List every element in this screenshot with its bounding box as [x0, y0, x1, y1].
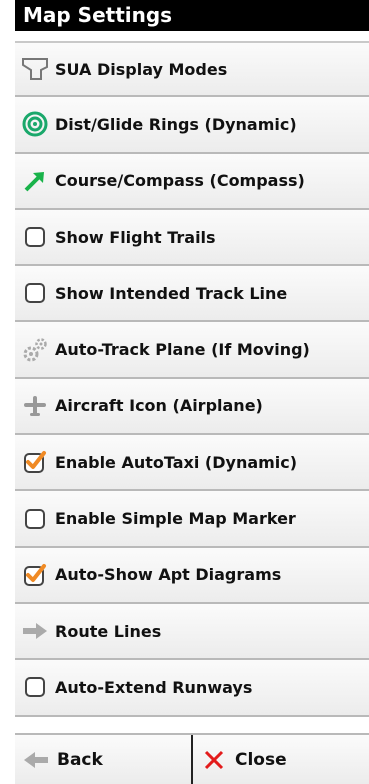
menu-item-label: Enable AutoTaxi (Dynamic) [55, 452, 298, 472]
back-arrow-icon [21, 746, 51, 774]
settings-menu: SUA Display Modes Dist/Glide Rings (Dyna… [15, 41, 369, 717]
route-arrow-icon [21, 617, 49, 645]
gears-icon [21, 336, 49, 364]
bottom-bar: Back Close [15, 733, 369, 784]
menu-item-auto-extend-runways[interactable]: Auto-Extend Runways [15, 660, 369, 717]
menu-item-auto-track-plane[interactable]: Auto-Track Plane (If Moving) [15, 322, 369, 379]
menu-item-label: SUA Display Modes [55, 59, 228, 79]
airspace-icon [21, 55, 49, 83]
checkbox-unchecked-icon[interactable] [21, 505, 49, 533]
menu-item-label: Show Intended Track Line [55, 283, 288, 303]
back-label: Back [57, 749, 103, 770]
close-icon [199, 746, 229, 774]
checkbox-checked-icon[interactable] [21, 448, 49, 476]
menu-item-label: Auto-Extend Runways [55, 677, 253, 697]
menu-item-aircraft-icon[interactable]: Aircraft Icon (Airplane) [15, 378, 369, 436]
menu-item-auto-show-apt-diagrams[interactable]: Auto-Show Apt Diagrams [15, 547, 369, 604]
menu-item-label: Auto-Show Apt Diagrams [55, 565, 282, 585]
menu-item-label: Show Flight Trails [55, 227, 216, 247]
menu-item-sua-display-modes[interactable]: SUA Display Modes [15, 41, 369, 98]
close-label: Close [235, 749, 287, 770]
menu-item-label: Auto-Track Plane (If Moving) [55, 340, 310, 360]
checkbox-unchecked-icon[interactable] [21, 223, 49, 251]
rings-icon [21, 110, 49, 138]
menu-item-show-flight-trails[interactable]: Show Flight Trails [15, 209, 369, 267]
airplane-icon [21, 392, 49, 420]
checkbox-unchecked-icon[interactable] [21, 673, 49, 701]
checkbox-unchecked-icon[interactable] [21, 279, 49, 307]
page-title: Map Settings [15, 0, 369, 31]
menu-item-dist-glide-rings[interactable]: Dist/Glide Rings (Dynamic) [15, 97, 369, 154]
menu-item-label: Route Lines [55, 621, 162, 641]
menu-item-route-lines[interactable]: Route Lines [15, 603, 369, 661]
menu-item-enable-simple-map-marker[interactable]: Enable Simple Map Marker [15, 491, 369, 548]
close-button[interactable]: Close [191, 735, 369, 784]
checkbox-checked-icon[interactable] [21, 561, 49, 589]
menu-item-label: Enable Simple Map Marker [55, 509, 296, 529]
menu-item-label: Aircraft Icon (Airplane) [55, 396, 263, 416]
menu-item-label: Dist/Glide Rings (Dynamic) [55, 114, 297, 134]
menu-item-enable-autotaxi[interactable]: Enable AutoTaxi (Dynamic) [15, 435, 369, 492]
menu-item-show-intended-track-line[interactable]: Show Intended Track Line [15, 266, 369, 323]
menu-item-course-compass[interactable]: Course/Compass (Compass) [15, 153, 369, 210]
course-arrow-icon [21, 167, 49, 195]
back-button[interactable]: Back [15, 735, 191, 784]
menu-item-label: Course/Compass (Compass) [55, 171, 305, 191]
